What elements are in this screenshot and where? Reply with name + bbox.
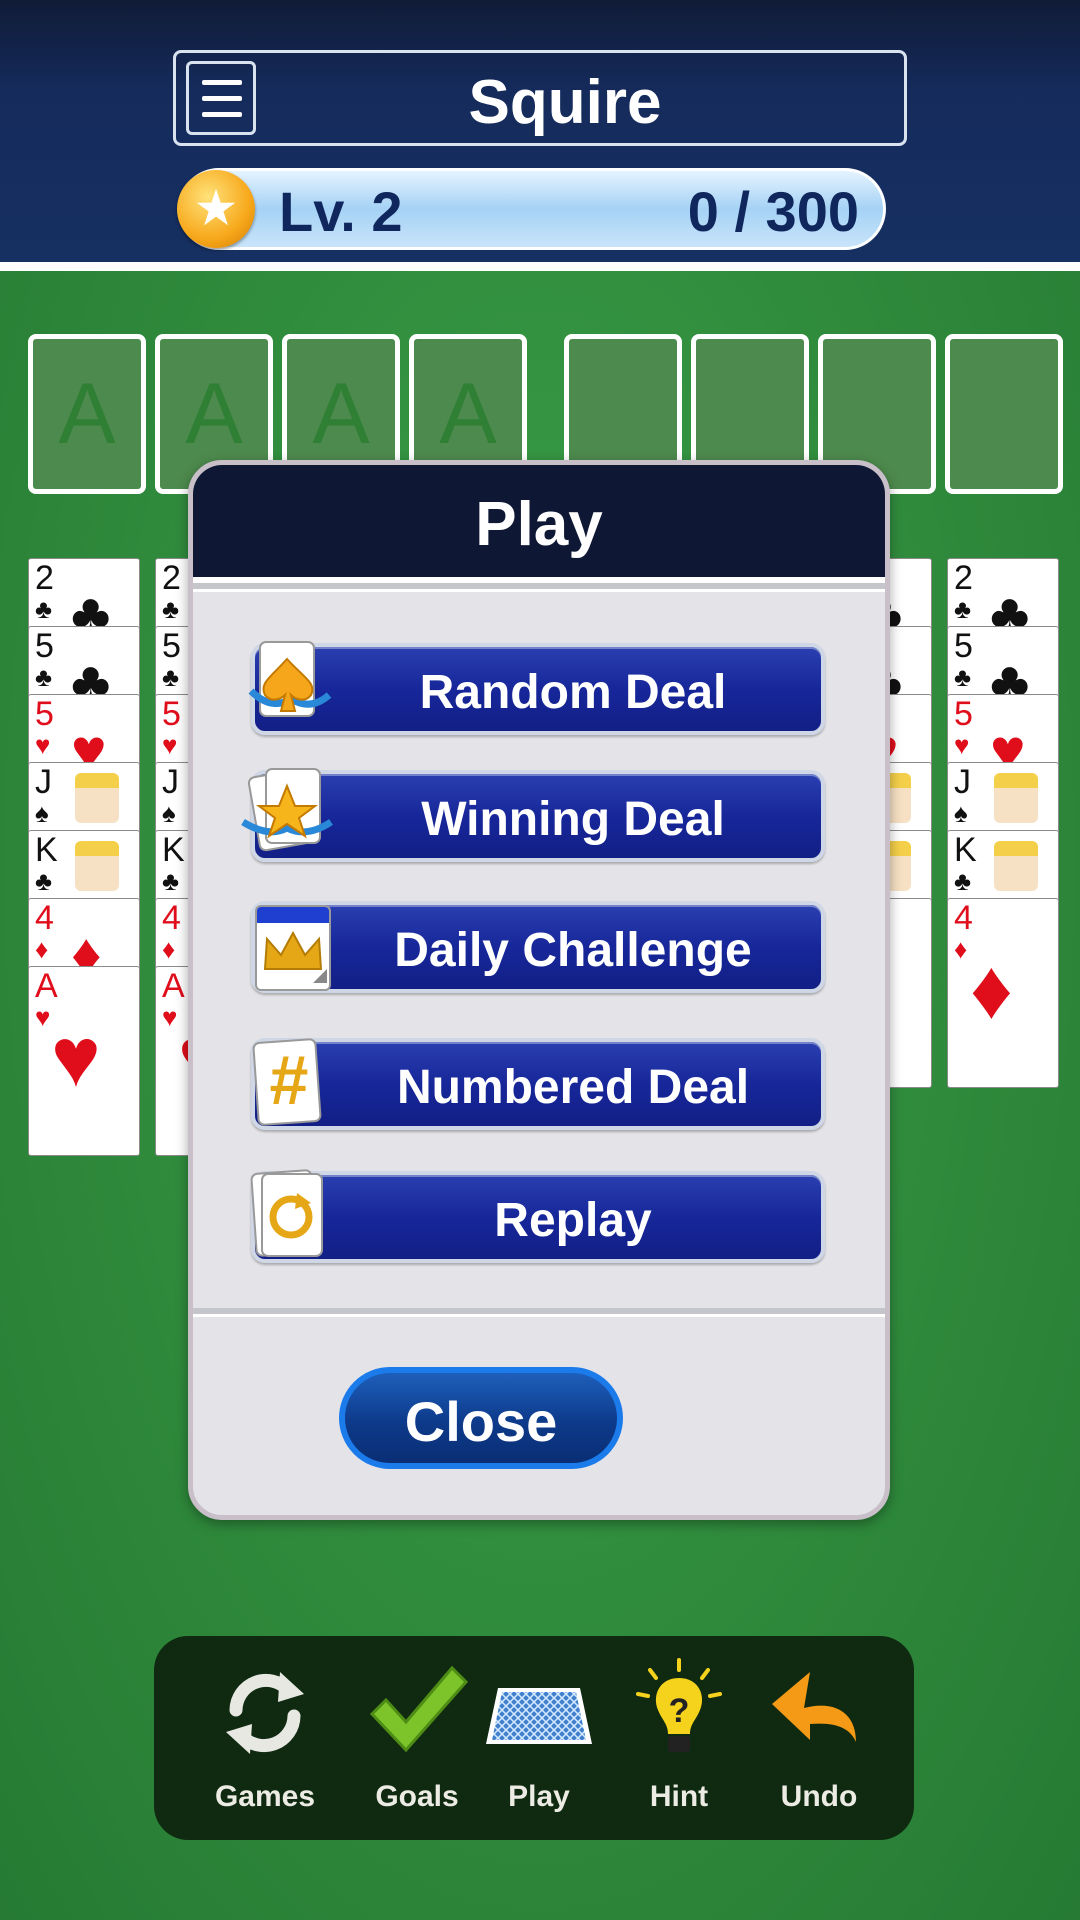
numbered-deal-button[interactable]: # Numbered Deal <box>251 1037 825 1130</box>
goals-button[interactable]: Goals <box>352 1658 482 1828</box>
rank-title: Squire <box>468 68 662 137</box>
card-suit-icon: ♣ <box>35 662 53 692</box>
divider <box>193 583 885 592</box>
dialog-header: Play <box>193 465 885 583</box>
card-suit-icon: ♥ <box>954 730 970 760</box>
card-rank: 4 <box>954 899 973 937</box>
card-suit-icon: ♠ <box>162 798 176 828</box>
card-rank: 5 <box>954 695 973 733</box>
card-pip-icon: ♥ <box>51 1010 101 1104</box>
replay-button[interactable]: Replay <box>250 1168 825 1263</box>
games-button[interactable]: Games <box>200 1658 330 1828</box>
hash-card-icon: # <box>245 1032 325 1132</box>
card-suit-icon: ♣ <box>35 594 53 624</box>
card-rank: K <box>162 831 185 869</box>
card-rank: 5 <box>35 627 54 665</box>
card-rank: 5 <box>35 695 54 733</box>
playing-card[interactable]: A♥♥ <box>28 966 140 1156</box>
card-suit-icon: ♥ <box>35 730 51 760</box>
lightbulb-icon: ? <box>636 1658 722 1752</box>
card-suit-icon: ♦ <box>162 934 176 964</box>
card-suit-icon: ♠ <box>35 798 49 828</box>
card-rank: A <box>35 967 58 1005</box>
close-button[interactable]: Close <box>339 1367 623 1469</box>
card-suit-icon: ♣ <box>954 594 972 624</box>
card-rank: J <box>162 763 179 801</box>
undo-arrow-icon <box>772 1672 856 1742</box>
card-suit-icon: ♣ <box>954 662 972 692</box>
card-rank: 5 <box>954 627 973 665</box>
card-rank: 2 <box>162 559 181 597</box>
card-rank: 4 <box>35 899 54 937</box>
play-button[interactable]: Play <box>474 1658 604 1828</box>
face-portrait-icon <box>994 841 1038 891</box>
card-suit-icon: ♦ <box>954 934 968 964</box>
refresh-icon <box>226 1672 304 1754</box>
face-portrait-icon <box>75 841 119 891</box>
header: Squire ★ Lv. 2 0 / 300 <box>0 0 1080 271</box>
foundation-slot[interactable]: A <box>28 334 146 494</box>
title-bar: Squire <box>173 50 907 146</box>
card-suit-icon: ♣ <box>954 866 972 896</box>
random-deal-button[interactable]: Random Deal <box>248 641 825 735</box>
level-progress-bar[interactable]: ★ Lv. 2 0 / 300 <box>177 168 886 250</box>
daily-challenge-button[interactable]: Daily Challenge <box>251 901 825 993</box>
card-suit-icon: ♥ <box>162 1002 178 1032</box>
card-suit-icon: ♠ <box>954 798 968 828</box>
card-rank: A <box>162 967 185 1005</box>
card-rank: J <box>35 763 52 801</box>
card-suit-icon: ♥ <box>162 730 178 760</box>
face-portrait-icon <box>75 773 119 823</box>
divider <box>193 1308 885 1317</box>
card-rank: K <box>954 831 977 869</box>
level-label: Lv. 2 <box>279 180 403 243</box>
face-portrait-icon <box>994 773 1038 823</box>
card-rank: J <box>954 763 971 801</box>
card-deck-icon <box>486 1688 592 1744</box>
star-coin-icon: ★ <box>177 170 255 248</box>
playing-card[interactable]: 4♦♦ <box>947 898 1059 1088</box>
card-suit-icon: ♣ <box>162 662 180 692</box>
card-rank: 4 <box>162 899 181 937</box>
dialog-title: Play <box>475 490 603 559</box>
svg-text:?: ? <box>669 1692 690 1730</box>
play-dialog: Play Random Deal Winning Deal Daily Chal… <box>188 460 890 1520</box>
card-suit-icon: ♣ <box>162 594 180 624</box>
replay-card-icon <box>245 1165 325 1265</box>
hint-button[interactable]: ? Hint <box>614 1658 744 1828</box>
star-card-icon <box>241 764 333 864</box>
card-suit-icon: ♦ <box>35 934 49 964</box>
xp-label: 0 / 300 <box>687 180 859 243</box>
card-rank: 5 <box>162 695 181 733</box>
card-rank: 5 <box>162 627 181 665</box>
undo-button[interactable]: Undo <box>754 1658 884 1828</box>
card-rank: K <box>35 831 58 869</box>
foundation-slot-empty[interactable] <box>945 334 1063 494</box>
card-rank: 2 <box>954 559 973 597</box>
checkmark-icon <box>369 1665 469 1753</box>
card-suit-icon: ♣ <box>35 866 53 896</box>
card-suit-icon: ♥ <box>35 1002 51 1032</box>
spade-card-icon <box>245 637 332 737</box>
card-suit-icon: ♣ <box>162 866 180 896</box>
calendar-crown-icon <box>245 895 331 995</box>
card-pip-icon: ♦ <box>970 942 1013 1036</box>
bottom-toolbar: Games Goals Play ? Hint Undo <box>154 1636 914 1840</box>
card-rank: 2 <box>35 559 54 597</box>
winning-deal-button[interactable]: Winning Deal <box>241 767 825 862</box>
